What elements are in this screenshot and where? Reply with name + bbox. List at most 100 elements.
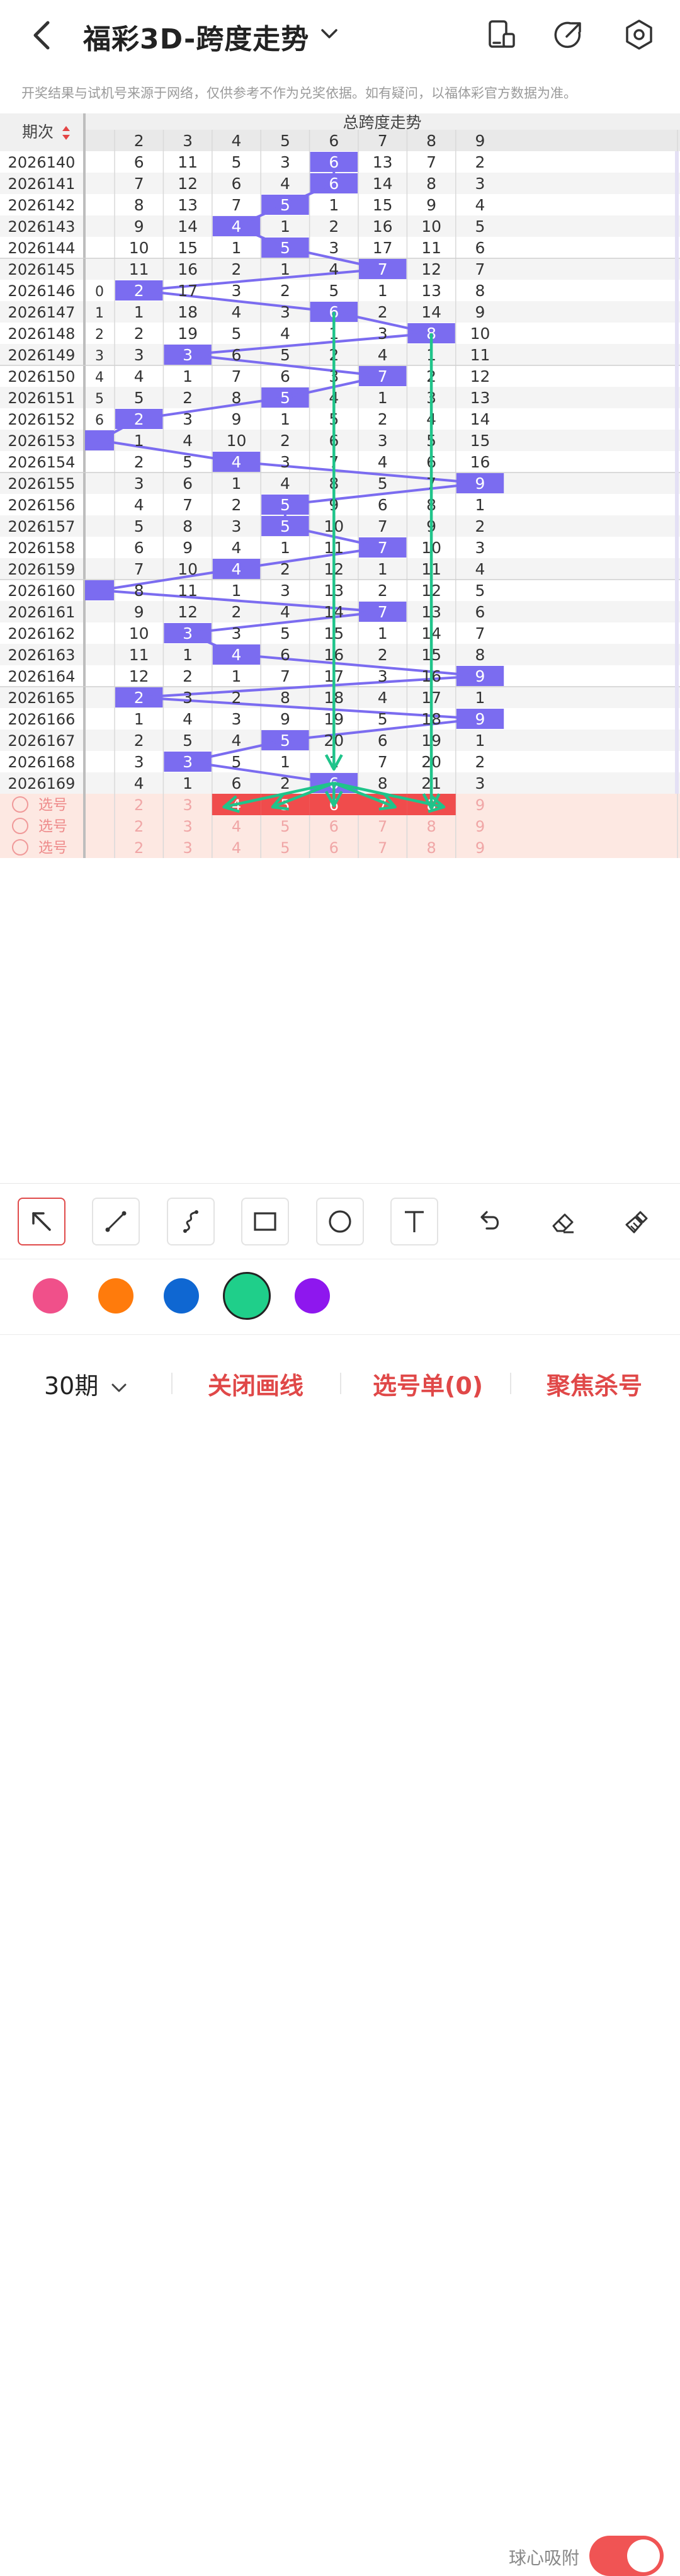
page-title[interactable]: 福彩3D-跨度走势 — [83, 16, 309, 57]
miss-value: 16 — [178, 260, 198, 278]
miss-value: 8 — [280, 689, 290, 707]
miss-value: 3 — [183, 410, 193, 428]
miss-value: 11 — [470, 346, 490, 364]
select-number: 5 — [280, 818, 290, 835]
period-select[interactable]: 30期 — [44, 1366, 128, 1401]
hit-value: 4 — [232, 453, 242, 471]
miss-value: 2 — [378, 581, 388, 600]
period-cell: 2026143 — [8, 218, 76, 236]
miss-value: 4 — [134, 496, 144, 514]
text-tool-icon — [405, 1211, 424, 1232]
miss-value: 7 — [232, 367, 242, 386]
share-icon[interactable] — [552, 18, 586, 52]
miss-value: 1 — [280, 753, 290, 771]
select-number: 2 — [134, 796, 144, 814]
miss-value: 9 — [134, 217, 144, 236]
phone-layout-icon[interactable] — [485, 18, 519, 52]
miss-value: 3 — [280, 453, 290, 471]
pick-list-button[interactable]: 选号单(0) — [373, 1366, 483, 1401]
miss-value: 10 — [470, 324, 490, 343]
color-swatch[interactable] — [295, 1278, 330, 1314]
select-number: 4 — [232, 818, 241, 835]
snap-toggle[interactable] — [589, 2536, 664, 2576]
column-header-3: 3 — [183, 132, 193, 150]
miss-value: 6 — [475, 603, 485, 621]
miss-value: 7 — [475, 624, 485, 643]
row-bg — [0, 194, 680, 215]
color-swatch[interactable] — [33, 1278, 68, 1314]
select-number: 4 — [232, 839, 241, 857]
hit-value: 9 — [475, 667, 485, 685]
miss-value: 8 — [378, 774, 388, 793]
select-number: 3 — [183, 839, 192, 857]
miss-value: 16 — [373, 217, 393, 236]
period-label: 30期 — [44, 1372, 99, 1400]
miss-value: 1 — [183, 646, 193, 664]
period-cell: 2026165 — [8, 689, 76, 707]
miss-value: 2 — [232, 689, 242, 707]
miss-value: 7 — [134, 560, 144, 578]
miss-value: 6 — [134, 539, 144, 557]
miss-value: 12 — [470, 367, 490, 386]
miss-value: 10 — [129, 624, 149, 643]
miss-value: 12 — [178, 603, 198, 621]
undo-icon — [480, 1211, 499, 1230]
back-arrow-icon[interactable] — [28, 19, 55, 52]
color-swatch[interactable] — [164, 1278, 199, 1314]
select-number: 3 — [183, 796, 192, 814]
color-swatch[interactable] — [98, 1278, 133, 1314]
miss-value: 6 — [232, 346, 242, 364]
hit-value: 7 — [378, 603, 388, 621]
scrollbar[interactable] — [675, 151, 679, 794]
arrow-tool-button[interactable] — [18, 1198, 65, 1245]
period-cell: 2026164 — [8, 668, 76, 685]
chevron-down-icon — [111, 1383, 127, 1392]
miss-value: 2 — [280, 432, 290, 450]
miss-value: 1 — [280, 539, 290, 557]
miss-value: 19 — [178, 324, 198, 343]
miss-value: 7 — [183, 496, 193, 514]
hit-value: 4 — [232, 217, 242, 236]
hit-value: 9 — [475, 474, 485, 493]
miss-value: 7 — [378, 517, 388, 535]
miss-value: 1 — [134, 432, 144, 450]
miss-value: 16 — [470, 453, 490, 471]
select-number: 5 — [280, 839, 290, 857]
undo-button[interactable] — [465, 1198, 513, 1245]
period-cell: 2026154 — [8, 454, 76, 471]
period-cell: 2026166 — [8, 711, 76, 728]
period-cell: 2026168 — [8, 753, 76, 771]
circle-tool-button[interactable] — [316, 1198, 364, 1245]
miss-value: 5 — [134, 517, 144, 535]
select-number: 8 — [426, 818, 436, 835]
miss-value: 1 — [475, 496, 485, 514]
settings-icon[interactable] — [622, 18, 656, 52]
miss-value: 3 — [475, 539, 485, 557]
miss-value: 9 — [475, 303, 485, 321]
miss-value: 14 — [373, 175, 393, 193]
miss-value: 4 — [134, 774, 144, 793]
circle-tool-icon — [329, 1210, 351, 1233]
focus-kill-button[interactable]: 聚焦杀号 — [547, 1366, 642, 1401]
miss-value: 6 — [378, 731, 388, 750]
miss-value: 2 — [378, 303, 388, 321]
period-cell: 2026157 — [8, 518, 76, 535]
select-number: 9 — [475, 818, 485, 835]
select-row-bg — [0, 815, 680, 837]
miss-value: 14 — [470, 410, 490, 428]
column-header-2: 2 — [134, 132, 144, 150]
miss-value: 3 — [475, 774, 485, 793]
rectangle-tool-button[interactable] — [241, 1198, 289, 1245]
miss-value: 6 — [95, 413, 104, 428]
hit-value: 6 — [329, 153, 339, 171]
eraser-button[interactable] — [539, 1198, 587, 1245]
miss-value: 4 — [378, 346, 388, 364]
text-tool-button[interactable] — [390, 1198, 438, 1245]
close-draw-button[interactable]: 关闭画线 — [208, 1366, 303, 1401]
curve-tool-button[interactable] — [167, 1198, 215, 1245]
hit-value: 2 — [134, 410, 144, 428]
color-swatch[interactable] — [223, 1272, 271, 1320]
chevron-down-icon[interactable] — [319, 23, 340, 44]
line-tool-button[interactable] — [92, 1198, 140, 1245]
clear-button[interactable] — [613, 1198, 661, 1245]
